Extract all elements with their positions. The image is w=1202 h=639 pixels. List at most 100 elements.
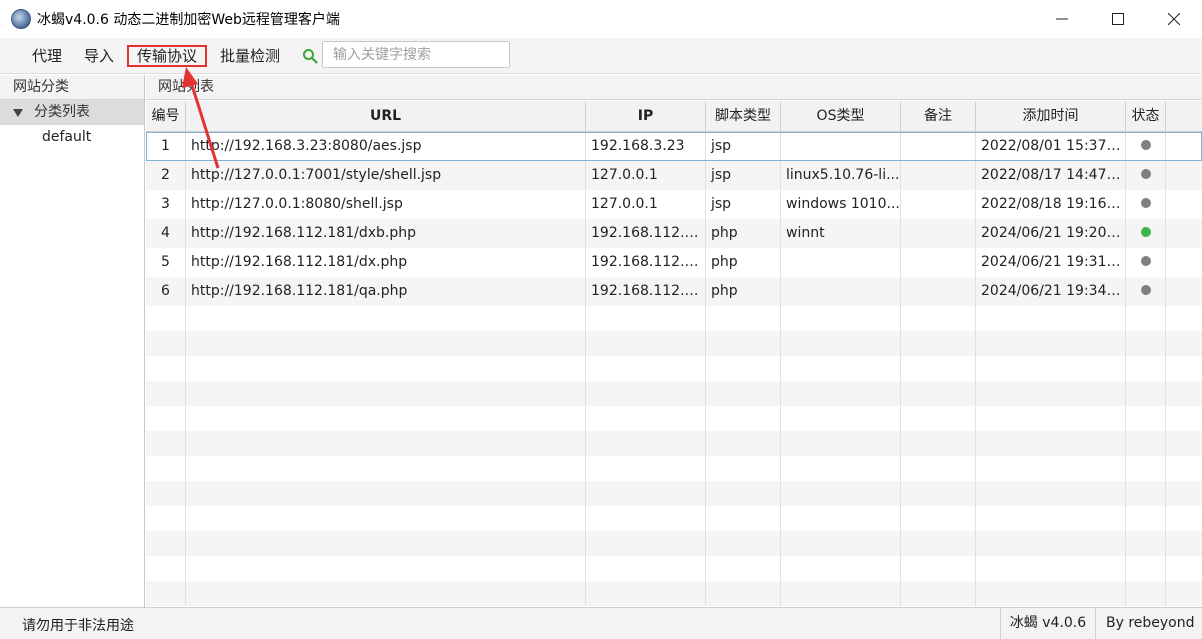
empty-cell [586, 431, 706, 456]
empty-cell [976, 481, 1126, 506]
cell-ip: 127.0.0.1 [586, 190, 706, 219]
empty-cell [901, 406, 976, 431]
empty-cell [976, 306, 1126, 331]
empty-cell [781, 556, 901, 581]
cell-script-type: php [706, 248, 781, 277]
close-button[interactable] [1146, 0, 1202, 38]
category-panel: 网站分类 分类列表 default [0, 75, 145, 607]
empty-cell [781, 381, 901, 406]
cell-note [901, 132, 976, 161]
cell-os-type [781, 132, 901, 161]
empty-cell [901, 331, 976, 356]
cell-ip: 192.168.3.23 [586, 132, 706, 161]
empty-cell [706, 356, 781, 381]
empty-cell [1126, 356, 1166, 381]
maximize-icon [1112, 13, 1124, 25]
empty-cell [146, 431, 186, 456]
empty-cell [901, 456, 976, 481]
empty-cell [146, 481, 186, 506]
cell-id: 6 [146, 277, 186, 306]
empty-cell [706, 406, 781, 431]
cell-added-time: 2024/06/21 19:20:20 [976, 219, 1126, 248]
empty-cell [586, 506, 706, 531]
empty-cell [781, 431, 901, 456]
empty-table-row [146, 356, 1202, 381]
empty-cell [146, 456, 186, 481]
column-header-note[interactable]: 备注 [901, 101, 976, 132]
empty-cell [976, 456, 1126, 481]
tree-item-default[interactable]: default [0, 125, 144, 150]
empty-table-row [146, 406, 1202, 431]
empty-cell [706, 531, 781, 556]
title-bar: 冰蝎v4.0.6 动态二进制加密Web远程管理客户端 [0, 0, 1202, 38]
empty-cell [706, 506, 781, 531]
empty-cell [976, 356, 1126, 381]
cell-script-type: jsp [706, 132, 781, 161]
cell-os-type [781, 248, 901, 277]
cell-os-type [781, 277, 901, 306]
search-input-box[interactable] [322, 41, 510, 68]
table-row[interactable]: 5 http://192.168.112.181/dx.php 192.168.11… [146, 248, 1202, 277]
cell-url: http://192.168.3.23:8080/aes.jsp [186, 132, 586, 161]
empty-cell [1126, 581, 1166, 606]
maximize-button[interactable] [1090, 0, 1146, 38]
status-bar: 请勿用于非法用途 冰蝎 v4.0.6 By rebeyond [0, 607, 1202, 639]
menu-transport-protocol[interactable]: 传输协议 [127, 45, 208, 67]
cell-added-time: 2024/06/21 19:34:56 [976, 277, 1126, 306]
empty-cell [186, 381, 586, 406]
table-row[interactable]: 1 http://192.168.3.23:8080/aes.jsp 192.168… [146, 132, 1202, 161]
cell-note [901, 219, 976, 248]
table-row[interactable]: 3 http://127.0.0.1:8080/shell.jsp 127.0.0.… [146, 190, 1202, 219]
empty-cell [976, 581, 1126, 606]
empty-cell [146, 506, 186, 531]
empty-cell [146, 581, 186, 606]
expand-arrow-icon[interactable] [13, 109, 23, 117]
empty-cell [706, 306, 781, 331]
column-header-url[interactable]: URL [186, 101, 586, 132]
empty-cell [901, 481, 976, 506]
minimize-button[interactable] [1034, 0, 1090, 38]
cell-os-type: winnt [781, 219, 901, 248]
search-input[interactable] [333, 42, 509, 67]
author-label: By rebeyond [1106, 615, 1195, 631]
column-header-added-time[interactable]: 添加时间 [976, 101, 1126, 132]
empty-cell [976, 406, 1126, 431]
table-row[interactable]: 2 http://127.0.0.1:7001/style/shell.jsp 12… [146, 161, 1202, 190]
empty-cell [706, 456, 781, 481]
cell-script-type: php [706, 277, 781, 306]
empty-cell [901, 431, 976, 456]
empty-table-row [146, 431, 1202, 456]
cell-status [1126, 161, 1166, 190]
empty-table-row [146, 456, 1202, 481]
empty-cell [146, 556, 186, 581]
menu-proxy[interactable]: 代理 [28, 46, 66, 68]
cell-status [1126, 132, 1166, 161]
cell-id: 4 [146, 219, 186, 248]
empty-cell [781, 581, 901, 606]
cell-status [1126, 190, 1166, 219]
empty-cell [901, 531, 976, 556]
empty-cell [186, 481, 586, 506]
column-header-id[interactable]: 编号 [146, 101, 186, 132]
menu-import[interactable]: 导入 [80, 46, 118, 68]
menu-batch-check[interactable]: 批量检测 [216, 46, 284, 68]
empty-cell [901, 356, 976, 381]
empty-cell [781, 306, 901, 331]
site-list-panel: 网站列表 编号 URL IP 脚本类型 OS类型 备注 添加时间 状态 1 htt… [146, 75, 1202, 607]
column-header-ip[interactable]: IP [586, 101, 706, 132]
category-panel-header: 网站分类 [0, 75, 144, 100]
table-row[interactable]: 6 http://192.168.112.181/qa.php 192.168.11… [146, 277, 1202, 306]
empty-cell [1126, 331, 1166, 356]
close-icon [1168, 13, 1180, 25]
table-header: 编号 URL IP 脚本类型 OS类型 备注 添加时间 状态 [146, 101, 1202, 132]
empty-cell [146, 331, 186, 356]
tree-root-category-list[interactable]: 分类列表 [0, 100, 144, 125]
empty-cell [586, 456, 706, 481]
column-header-status[interactable]: 状态 [1126, 101, 1166, 132]
empty-cell [146, 381, 186, 406]
table-row[interactable]: 4 http://192.168.112.181/dxb.php 192.168.1… [146, 219, 1202, 248]
empty-cell [781, 356, 901, 381]
column-header-script-type[interactable]: 脚本类型 [706, 101, 781, 132]
cell-url: http://192.168.112.181/qa.php [186, 277, 586, 306]
column-header-os-type[interactable]: OS类型 [781, 101, 901, 132]
